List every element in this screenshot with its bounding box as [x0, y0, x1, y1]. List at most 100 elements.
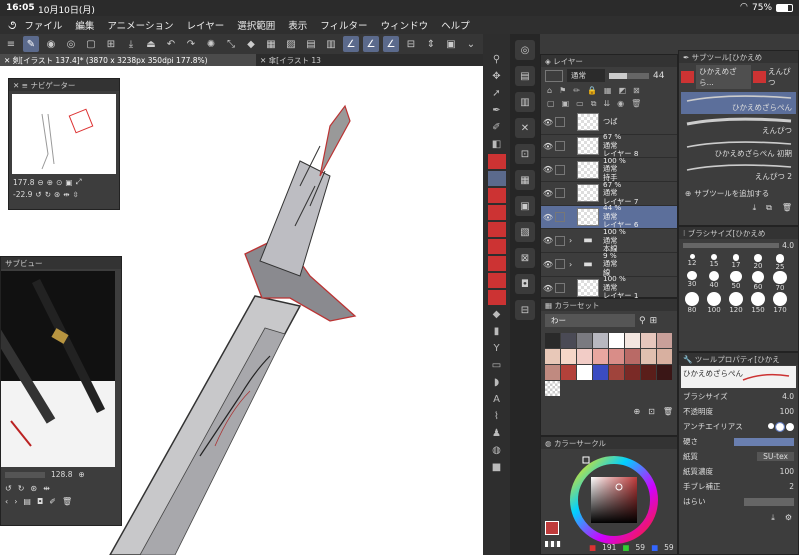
redo-icon[interactable]: ↷ — [183, 36, 199, 52]
color-swatch[interactable] — [641, 333, 656, 348]
layer-row[interactable]: 👁 100 % 通常 持手 — [541, 156, 677, 183]
color-history-toggle-icon[interactable]: ▧ — [515, 222, 535, 242]
open-file-icon[interactable]: ⊞ — [103, 36, 119, 52]
color-swatch[interactable] — [577, 365, 592, 380]
antialias-none-icon[interactable] — [768, 422, 774, 429]
eye-icon[interactable]: 👁 — [541, 118, 555, 127]
eye-icon[interactable]: 👁 — [541, 284, 555, 293]
reference-layer-icon[interactable]: ⚑ — [559, 86, 566, 95]
color-swatch[interactable] — [561, 349, 576, 364]
prop-paper-density-value[interactable]: 100 — [780, 467, 794, 476]
subview-zoom[interactable]: 128.8 — [51, 470, 72, 479]
subview-eyedropper-icon[interactable]: ✐ — [49, 497, 56, 506]
add-color-icon[interactable]: ⊕ — [633, 407, 640, 416]
navigator-toggle-icon[interactable]: ◎ — [515, 40, 535, 60]
new-folder-icon[interactable]: ▭ — [576, 99, 584, 109]
menu-file[interactable]: ファイル — [24, 18, 62, 32]
snap-ruler-icon[interactable]: ∠ — [343, 36, 359, 52]
lock-transparent-icon[interactable]: ▦ — [604, 86, 612, 95]
eye-icon[interactable]: 👁 — [541, 213, 555, 222]
color-swatch[interactable] — [625, 349, 640, 364]
layer-opacity-slider[interactable] — [609, 72, 649, 79]
eye-icon[interactable]: 👁 — [541, 165, 555, 174]
subtool-item[interactable]: えんぴつ — [681, 115, 796, 137]
brush-set-3-icon[interactable] — [487, 188, 506, 203]
menu-view[interactable]: 表示 — [288, 18, 307, 32]
snap-grid-icon[interactable]: ∠ — [383, 36, 399, 52]
eyedropper-tool-icon[interactable]: ✐ — [488, 120, 506, 135]
subview-rotate-right-icon[interactable]: ↻ — [18, 484, 25, 493]
view-options-icon[interactable]: ▣ — [443, 36, 459, 52]
brush-size-preset[interactable]: 150 — [747, 291, 769, 314]
zoom-tool-icon[interactable]: ⚲ — [488, 52, 506, 67]
color-swatch[interactable] — [625, 333, 640, 348]
chevron-down-icon[interactable]: ⌄ — [463, 36, 479, 52]
hamburger-menu-icon[interactable]: ≡ — [3, 36, 19, 52]
tab-inactive-document[interactable]: ✕ 傘[イラスト 13 — [256, 54, 336, 66]
replace-color-icon[interactable]: ⊡ — [648, 407, 655, 416]
pencil-group-icon[interactable] — [752, 71, 766, 83]
ruler-icon[interactable]: ▥ — [323, 36, 339, 52]
layer-row[interactable]: 👁 › ▬ 9 % 通常線 — [541, 251, 677, 277]
menu-selection[interactable]: 選択範囲 — [237, 18, 275, 32]
tab-close-icon[interactable]: ✕ — [260, 56, 269, 65]
subview-next-icon[interactable]: › — [14, 497, 17, 506]
subview-reference-image[interactable] — [1, 271, 115, 467]
brush-set-7-icon[interactable] — [487, 256, 506, 271]
quick-access-icon[interactable]: ◉ — [43, 36, 59, 52]
brush-set-5-icon[interactable] — [487, 222, 506, 237]
brush-set-4-icon[interactable] — [487, 205, 506, 220]
subview-import-icon[interactable]: ▤ — [23, 497, 31, 506]
subtool-item[interactable]: ひかえめざらぺん — [681, 92, 796, 114]
navigator-zoom[interactable]: 177.8 — [13, 178, 34, 187]
prop-settings-icon[interactable]: ⚙ — [785, 513, 792, 523]
brush-set-9-icon[interactable] — [487, 290, 506, 305]
fill-icon[interactable]: ◆ — [243, 36, 259, 52]
rotate-left-icon[interactable]: ↺ — [35, 190, 41, 199]
eye-icon[interactable]: 👁 — [541, 260, 555, 269]
subtool-item[interactable]: ひかえめざらぺん 初期 — [681, 138, 796, 160]
color-swatch[interactable] — [609, 333, 624, 348]
brush-size-preset[interactable]: 70 — [769, 270, 791, 292]
menu-edit[interactable]: 編集 — [75, 18, 94, 32]
brush-group-icon[interactable] — [681, 71, 695, 83]
layer-check-box[interactable] — [555, 141, 565, 152]
brush-size-preset[interactable]: 25 — [769, 254, 791, 271]
rgb-r-value[interactable]: 191 — [602, 543, 616, 552]
modify-tool-icon[interactable]: ✎ — [23, 36, 39, 52]
stamp-tool-icon[interactable]: ♟ — [488, 426, 506, 441]
zoom-out-icon[interactable]: ⊖ — [37, 178, 43, 187]
subtool-download-icon[interactable]: ⤓ — [753, 203, 757, 213]
brush-size-preset[interactable]: 15 — [703, 254, 725, 271]
fit-icon[interactable]: ⊙ — [56, 178, 62, 187]
brush-size-slider[interactable] — [683, 243, 780, 248]
layer-check-box[interactable] — [555, 164, 565, 175]
new-canvas-icon[interactable]: ▢ — [83, 36, 99, 52]
menu-filter[interactable]: フィルター — [320, 18, 367, 32]
subtool-tab-2[interactable]: えんぴつ — [768, 66, 796, 88]
gradient-tool-icon[interactable]: ▮ — [488, 324, 506, 339]
line-correction-icon[interactable]: ⌇ — [488, 409, 506, 424]
color-set-settings-icon[interactable]: ⚲ — [639, 316, 646, 326]
hardness-slider[interactable] — [734, 437, 794, 446]
layer-check-box[interactable] — [555, 212, 565, 223]
brush-size-preset[interactable]: 12 — [681, 254, 703, 271]
subview-delete-icon[interactable]: 🗑 — [62, 497, 72, 506]
prop-stabilization-value[interactable]: 2 — [789, 482, 794, 491]
main-color-swatch-icon[interactable]: ■ — [488, 460, 506, 475]
antialias-mid-icon[interactable] — [786, 422, 794, 431]
delete-layer-icon[interactable]: 🗑 — [631, 99, 641, 109]
subview-zoom-slider[interactable] — [5, 471, 45, 478]
brush-size-preset[interactable]: 80 — [681, 291, 703, 314]
layer-row[interactable]: 👁 100 % 通常 レイヤー 1 — [541, 275, 677, 301]
rotate-right-icon[interactable]: ↻ — [45, 190, 51, 199]
brush-size-preset[interactable]: 40 — [703, 270, 725, 292]
merge-layer-icon[interactable]: ⇊ — [603, 99, 610, 109]
mask-icon[interactable]: ◩ — [618, 86, 626, 95]
figure-tool-icon[interactable]: Y — [488, 341, 506, 356]
rgb-b-value[interactable]: 59 — [664, 543, 674, 552]
color-set-add-icon[interactable]: ⊞ — [650, 316, 658, 326]
brush-size-preset[interactable]: 120 — [725, 291, 747, 314]
prop-download-icon[interactable]: ⤓ — [771, 513, 775, 523]
subtool-item[interactable]: えんぴつ 2 — [681, 161, 796, 183]
